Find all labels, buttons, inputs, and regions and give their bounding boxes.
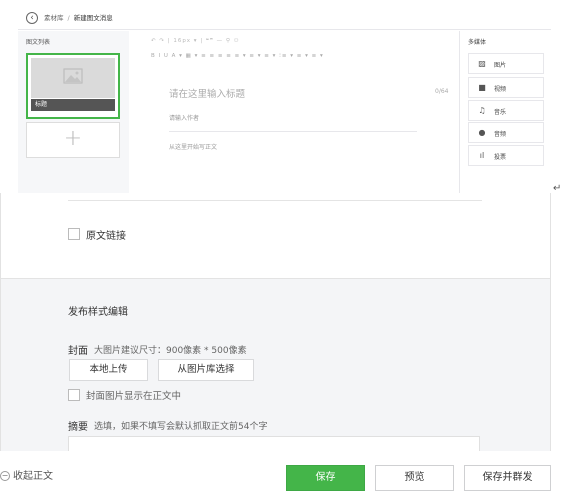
divider [169, 131, 417, 132]
section-title: 发布样式编辑 [68, 307, 128, 318]
collapse-body-link[interactable]: − 收起正文 [0, 467, 53, 482]
article-card-active[interactable]: 标题 [26, 53, 120, 119]
summary-label: 摘要 [68, 422, 88, 433]
article-card-title: 标题 [31, 99, 115, 111]
show-cover-label[interactable]: 封面图片显示在正文中 [86, 388, 181, 402]
author-input[interactable]: 请输入作者 [169, 113, 199, 122]
media-item-label: 视频 [494, 86, 507, 93]
breadcrumb: ‹ 素材库 / 新建图文消息 [18, 8, 551, 30]
body-input[interactable]: 从这里开始写正文 [169, 142, 217, 151]
media-item-label: 音乐 [494, 109, 507, 116]
cover-size-hint: 大图片建议尺寸：900像素 * 500像素 [94, 346, 247, 356]
publish-style-section: 发布样式编辑 封面 大图片建议尺寸：900像素 * 500像素 本地上传 从图片… [1, 279, 550, 451]
save-button[interactable]: 保存 [286, 465, 365, 491]
title-input[interactable]: 请在这里输入标题 [169, 86, 245, 100]
breadcrumb-separator: / [67, 14, 70, 22]
editor-toolbar-row1[interactable]: ↶ ↷ | 16px ▾ | ❝❞ — ⚲ ⚇ [151, 38, 240, 44]
settings-panel: 原文链接 发布样式编辑 封面 大图片建议尺寸：900像素 * 500像素 本地上… [0, 193, 551, 451]
divider [68, 200, 482, 201]
media-item-audio[interactable]: ● 音频 [468, 122, 544, 143]
cover-thumbnail [31, 58, 115, 98]
media-panel-title: 多媒体 [468, 39, 487, 46]
original-link-checkbox[interactable] [68, 228, 80, 240]
add-article-button[interactable]: + [26, 122, 120, 158]
media-item-video[interactable]: ■ 视频 [468, 77, 544, 98]
cover-label: 封面 [68, 346, 88, 357]
breadcrumb-parent[interactable]: 素材库 [44, 14, 64, 22]
preview-button[interactable]: 预览 [375, 465, 454, 491]
media-item-vote[interactable]: ıl 投票 [468, 145, 544, 166]
vote-icon: ıl [479, 151, 485, 160]
choose-from-library-button[interactable]: 从图片库选择 [158, 359, 254, 381]
collapse-label: 收起正文 [13, 471, 53, 482]
article-list-panel: 图文列表 标题 + [18, 31, 129, 193]
save-and-send-button[interactable]: 保存并群发 [464, 465, 551, 491]
minus-circle-icon: − [0, 471, 10, 481]
media-item-label: 图片 [494, 62, 507, 69]
return-mark: ↵ [553, 183, 562, 194]
article-list-title: 图文列表 [26, 39, 51, 46]
chevron-left-icon[interactable]: ‹ [26, 12, 38, 24]
summary-hint: 选填，如果不填写会默认抓取正文前54个字 [94, 422, 268, 432]
media-item-label: 音频 [494, 131, 507, 138]
show-cover-checkbox[interactable] [68, 389, 80, 401]
upload-local-button[interactable]: 本地上传 [69, 359, 148, 381]
media-item-music[interactable]: ♫ 音乐 [468, 100, 544, 121]
breadcrumb-current: 新建图文消息 [73, 14, 113, 22]
summary-textarea[interactable] [68, 436, 480, 451]
media-panel: 多媒体 ▨ 图片 ■ 视频 ♫ 音乐 ● 音频 ıl 投票 [459, 31, 551, 193]
image-placeholder-icon [63, 68, 83, 84]
editor-screenshot: ‹ 素材库 / 新建图文消息 图文列表 标题 + ↶ ↷ | 16px ▾ | ❝❞… [0, 0, 551, 193]
video-icon: ■ [478, 83, 486, 92]
image-icon: ▨ [478, 59, 486, 68]
editor-area: ↶ ↷ | 16px ▾ | ❝❞ — ⚲ ⚇ B I U A ▾ ▦ ▾ ≡ … [129, 31, 459, 193]
media-item-image[interactable]: ▨ 图片 [468, 53, 544, 74]
microphone-icon: ● [478, 128, 486, 137]
title-char-count: 0/64 [435, 88, 449, 95]
media-item-label: 投票 [494, 154, 507, 161]
editor-toolbar-row2[interactable]: B I U A ▾ ▦ ▾ ≡ ≡ ≡ ≡ ≡ ▾ ≡ ▾ ≡ ▾ ⁝≡ ▾ ≡… [151, 53, 324, 59]
original-link-label[interactable]: 原文链接 [86, 227, 126, 242]
original-link-section: 原文链接 [1, 193, 550, 279]
music-icon: ♫ [478, 106, 486, 115]
